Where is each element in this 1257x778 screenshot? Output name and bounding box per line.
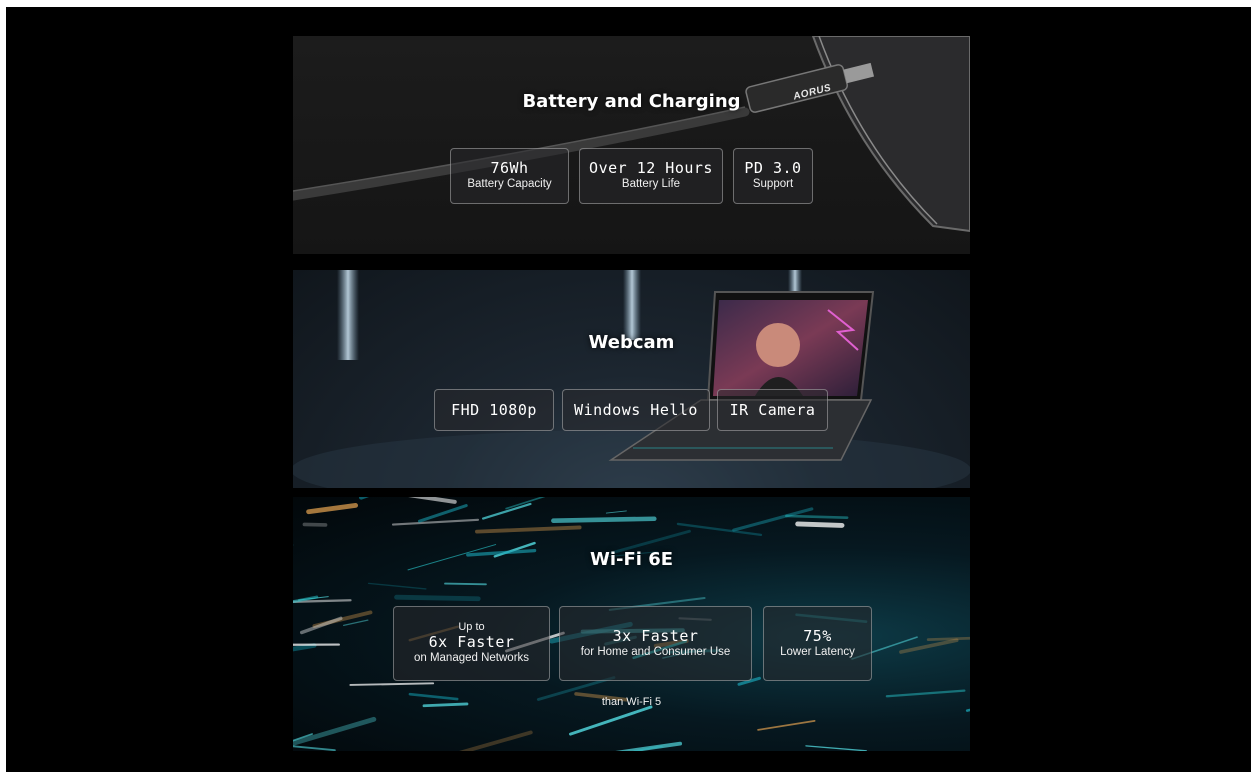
- spec-caption: Battery Capacity: [467, 178, 552, 190]
- webcam-panel: Webcam FHD 1080p Windows Hello IR Camera: [293, 270, 970, 488]
- light-streak: [459, 730, 533, 751]
- light-streak: [482, 502, 532, 520]
- light-streak: [805, 745, 867, 751]
- light-streak: [293, 643, 317, 652]
- spec-value: PD 3.0: [744, 159, 802, 177]
- light-streak: [349, 682, 435, 686]
- spec-value: IR Camera: [729, 400, 816, 419]
- light-streak: [417, 504, 468, 523]
- spec-value: 76Wh: [490, 159, 529, 177]
- spec-box: Up to 6x Faster on Managed Networks: [393, 606, 550, 681]
- spec-value: 6x Faster: [428, 633, 515, 651]
- light-streak: [408, 497, 457, 504]
- spec-caption: Support: [752, 178, 794, 190]
- spec-box: PD 3.0 Support: [733, 148, 813, 204]
- spec-caption: for Home and Consumer Use: [580, 645, 731, 658]
- light-streak: [394, 594, 481, 602]
- section-title: Wi-Fi 6E: [589, 549, 674, 570]
- spec-box: 75% Lower Latency: [763, 606, 872, 681]
- light-streak: [732, 507, 814, 532]
- spec-caption: Battery Life: [621, 178, 681, 190]
- spec-box: IR Camera: [717, 389, 828, 431]
- footnote: than Wi-Fi 5: [601, 696, 662, 708]
- spec-value: FHD 1080p: [451, 400, 537, 419]
- light-streak: [343, 619, 369, 626]
- usb-cable-illustration: [293, 36, 970, 233]
- light-streak: [785, 514, 849, 519]
- light-streak: [444, 582, 487, 586]
- light-streak: [475, 525, 582, 534]
- light-streak: [615, 741, 683, 751]
- spec-caption: Lower Latency: [780, 645, 855, 658]
- spec-box: Windows Hello: [562, 389, 710, 431]
- light-streak: [551, 516, 657, 523]
- light-streak: [391, 518, 480, 526]
- spec-caption: on Managed Networks: [413, 652, 530, 664]
- light-streak: [367, 582, 427, 590]
- light-streak: [899, 638, 959, 654]
- spec-box: Over 12 Hours Battery Life: [579, 148, 723, 204]
- light-streak: [306, 502, 359, 515]
- spec-box: FHD 1080p: [434, 389, 554, 431]
- light-streak: [926, 636, 970, 642]
- spec-value: Over 12 Hours: [589, 159, 713, 177]
- wifi-panel: Wi-Fi 6E Up to 6x Faster on Managed Netw…: [293, 497, 970, 751]
- spec-box: 76Wh Battery Capacity: [450, 148, 569, 204]
- light-streak: [293, 745, 336, 751]
- light-streak: [293, 595, 319, 604]
- spec-value: 3x Faster: [612, 626, 699, 645]
- spec-box: 3x Faster for Home and Consumer Use: [559, 606, 752, 681]
- laptop-webcam-illustration: [293, 270, 970, 488]
- light-streak: [605, 510, 627, 514]
- spec-value: 75%: [803, 626, 832, 645]
- section-title: Webcam: [588, 332, 675, 353]
- light-streak: [299, 616, 343, 635]
- light-streak: [568, 705, 653, 736]
- light-streak: [757, 720, 816, 731]
- battery-panel: AORUS Battery and Charging 76Wh Battery …: [293, 36, 970, 254]
- section-title: Battery and Charging: [522, 91, 741, 112]
- light-streak: [293, 716, 377, 746]
- spec-value: Windows Hello: [574, 400, 698, 419]
- light-streak: [795, 521, 845, 528]
